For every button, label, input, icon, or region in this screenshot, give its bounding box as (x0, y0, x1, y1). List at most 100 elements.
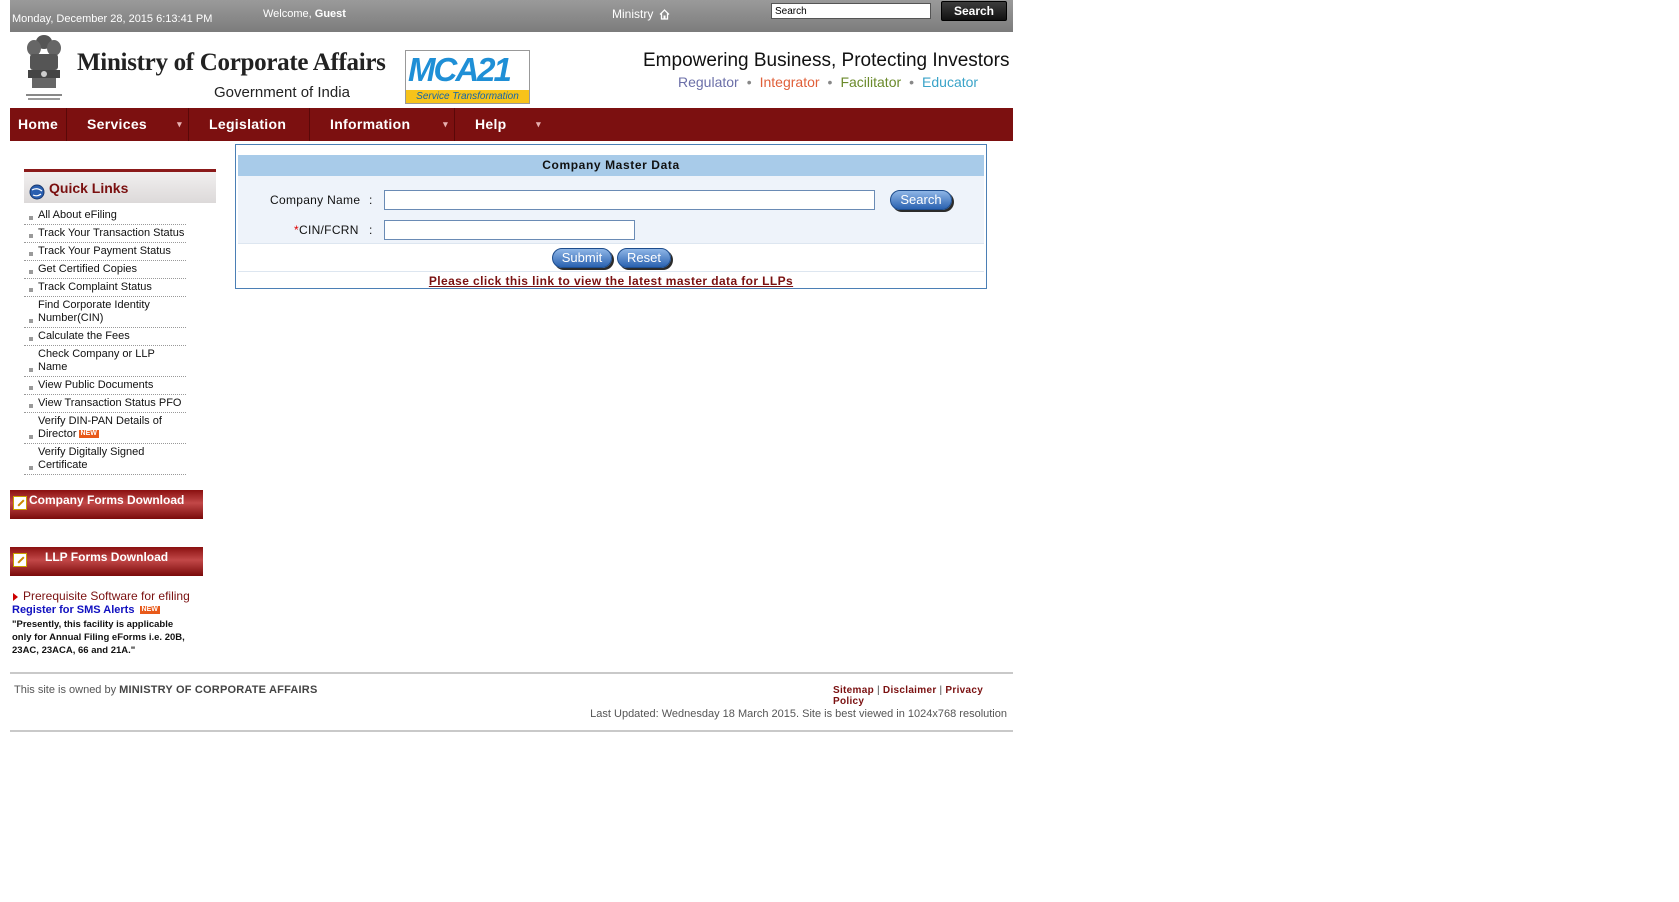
quick-link-item[interactable]: Find Corporate Identity Number(CIN) (24, 297, 186, 328)
quick-link-label: Get Certified Copies (38, 263, 138, 275)
quick-link-item[interactable]: Calculate the Fees (24, 328, 186, 346)
org-subtitle: Government of India (214, 84, 350, 101)
mca21-logo: MCA21 Service Transformation (405, 50, 530, 104)
org-title: Ministry of Corporate Affairs (77, 49, 386, 76)
quick-link-label: Verify Digitally Signed Certificate (38, 446, 145, 471)
roles-line: Regulator • Integrator • Facilitator • E… (678, 74, 978, 90)
prerequisite-software-link[interactable]: Prerequisite Software for efiling (13, 589, 190, 603)
role-integrator: Integrator (759, 74, 820, 90)
company-name-colon: : (369, 193, 373, 207)
quick-links-header: Quick Links (24, 169, 216, 203)
company-name-label: Company Name (270, 193, 361, 207)
role-separator: • (827, 74, 833, 90)
header: Ministry of Corporate Affairs Government… (10, 32, 1013, 108)
quick-link-item[interactable]: Get Certified Copies (24, 261, 186, 279)
edit-pencil-icon (13, 496, 27, 510)
bullet-icon (29, 270, 33, 274)
quick-link-label: Calculate the Fees (38, 330, 130, 342)
nav-help[interactable]: Help ▾ (455, 108, 547, 141)
sitemap-link[interactable]: Sitemap (833, 685, 874, 696)
company-search-button[interactable]: Search (890, 190, 952, 210)
footer-bottom-divider (10, 730, 1013, 732)
prereq-label: Prerequisite Software for efiling (23, 589, 190, 603)
welcome-text: Welcome, Guest (263, 8, 346, 20)
bullet-icon (29, 386, 33, 390)
owner-prefix: This site is owned by (14, 684, 117, 696)
form-button-row: Submit Reset (238, 243, 984, 271)
globe-icon (29, 184, 45, 200)
role-separator: • (746, 74, 752, 90)
llp-master-data-link[interactable]: Please click this link to view the lates… (429, 274, 793, 288)
bullet-icon (29, 288, 33, 292)
llp-forms-download[interactable]: LLP Forms Download (10, 547, 203, 576)
ministry-link[interactable]: Ministry (612, 7, 670, 21)
company-forms-download[interactable]: Company Forms Download (10, 490, 203, 519)
bullet-icon (29, 466, 33, 470)
site-owner: This site is owned by MINISTRY OF CORPOR… (14, 684, 317, 696)
llp-forms-label: LLP Forms Download (45, 550, 169, 564)
chevron-down-icon: ▾ (536, 119, 541, 129)
llp-link-row: Please click this link to view the lates… (238, 271, 984, 288)
site-search-button[interactable]: Search (941, 1, 1007, 21)
quick-link-item[interactable]: Check Company or LLP Name (24, 346, 186, 377)
role-facilitator: Facilitator (840, 74, 902, 90)
quick-link-label: Track Your Payment Status (38, 245, 171, 257)
quick-link-item[interactable]: Track Your Payment Status (24, 243, 186, 261)
nav-services[interactable]: Services ▾ (67, 108, 189, 141)
chevron-down-icon: ▾ (177, 119, 182, 129)
home-icon (659, 8, 670, 20)
bullet-icon (29, 404, 33, 408)
role-separator: • (909, 74, 915, 90)
new-badge: NEW (139, 606, 160, 615)
bullet-icon (29, 319, 33, 323)
top-bar: Monday, December 28, 2015 6:13:41 PM Wel… (10, 0, 1013, 32)
nav-home[interactable]: Home (10, 108, 67, 141)
quick-link-item[interactable]: View Transaction Status PFO (24, 395, 186, 413)
quick-link-item[interactable]: View Public Documents (24, 377, 186, 395)
company-forms-label: Company Forms Download (29, 493, 185, 507)
bullet-icon (29, 337, 33, 341)
quick-link-item[interactable]: Track Complaint Status (24, 279, 186, 297)
nav-home-label: Home (18, 116, 59, 132)
reset-button[interactable]: Reset (617, 248, 671, 268)
cin-input[interactable] (384, 220, 635, 240)
quick-links-panel: Quick Links All About eFiling Track Your… (24, 169, 216, 475)
cin-colon: : (369, 223, 373, 237)
current-date: Monday, December 28, 2015 6:13:41 PM (12, 13, 213, 25)
quick-link-label: Check Company or LLP Name (38, 348, 155, 373)
mca21-logo-text: MCA21 (408, 51, 512, 88)
link-separator: | (877, 685, 880, 696)
quick-link-item[interactable]: Track Your Transaction Status (24, 225, 186, 243)
company-name-input[interactable] (384, 190, 875, 210)
nav-help-label: Help (475, 116, 507, 132)
disclaimer-link[interactable]: Disclaimer (883, 685, 937, 696)
company-master-data-form: Company Master Data Company Name : Searc… (238, 155, 984, 288)
nav-legislation-label: Legislation (209, 116, 287, 132)
last-updated: Last Updated: Wednesday 18 March 2015. S… (590, 708, 1007, 720)
quick-link-item[interactable]: Verify DIN-PAN Details of Director NEW (24, 413, 186, 444)
site-search-input[interactable] (771, 3, 931, 19)
quick-link-label: All About eFiling (38, 209, 117, 221)
bullet-icon (29, 368, 33, 372)
ministry-label: Ministry (612, 7, 654, 21)
nav-services-label: Services (87, 116, 148, 132)
nav-information[interactable]: Information ▾ (310, 108, 455, 141)
sms-alerts-link[interactable]: Register for SMS Alerts NEW (12, 604, 160, 616)
quick-link-item[interactable]: Verify Digitally Signed Certificate (24, 444, 186, 475)
nav-information-label: Information (330, 116, 411, 132)
link-separator: | (939, 685, 943, 696)
edit-pencil-icon (13, 553, 27, 567)
bullet-icon (29, 234, 33, 238)
national-emblem-icon (22, 32, 66, 108)
arrow-right-icon (13, 592, 18, 601)
new-badge: NEW (78, 430, 99, 439)
quick-link-label: Track Complaint Status (38, 281, 152, 293)
cin-label-text: CIN/FCRN (298, 223, 359, 237)
quick-link-label: Track Your Transaction Status (38, 227, 185, 239)
submit-button[interactable]: Submit (552, 248, 612, 268)
quick-link-label: Find Corporate Identity Number(CIN) (38, 299, 150, 324)
footer-divider (10, 672, 1013, 674)
role-regulator: Regulator (678, 74, 739, 90)
nav-legislation[interactable]: Legislation (189, 108, 310, 141)
quick-link-item[interactable]: All About eFiling (24, 207, 186, 225)
